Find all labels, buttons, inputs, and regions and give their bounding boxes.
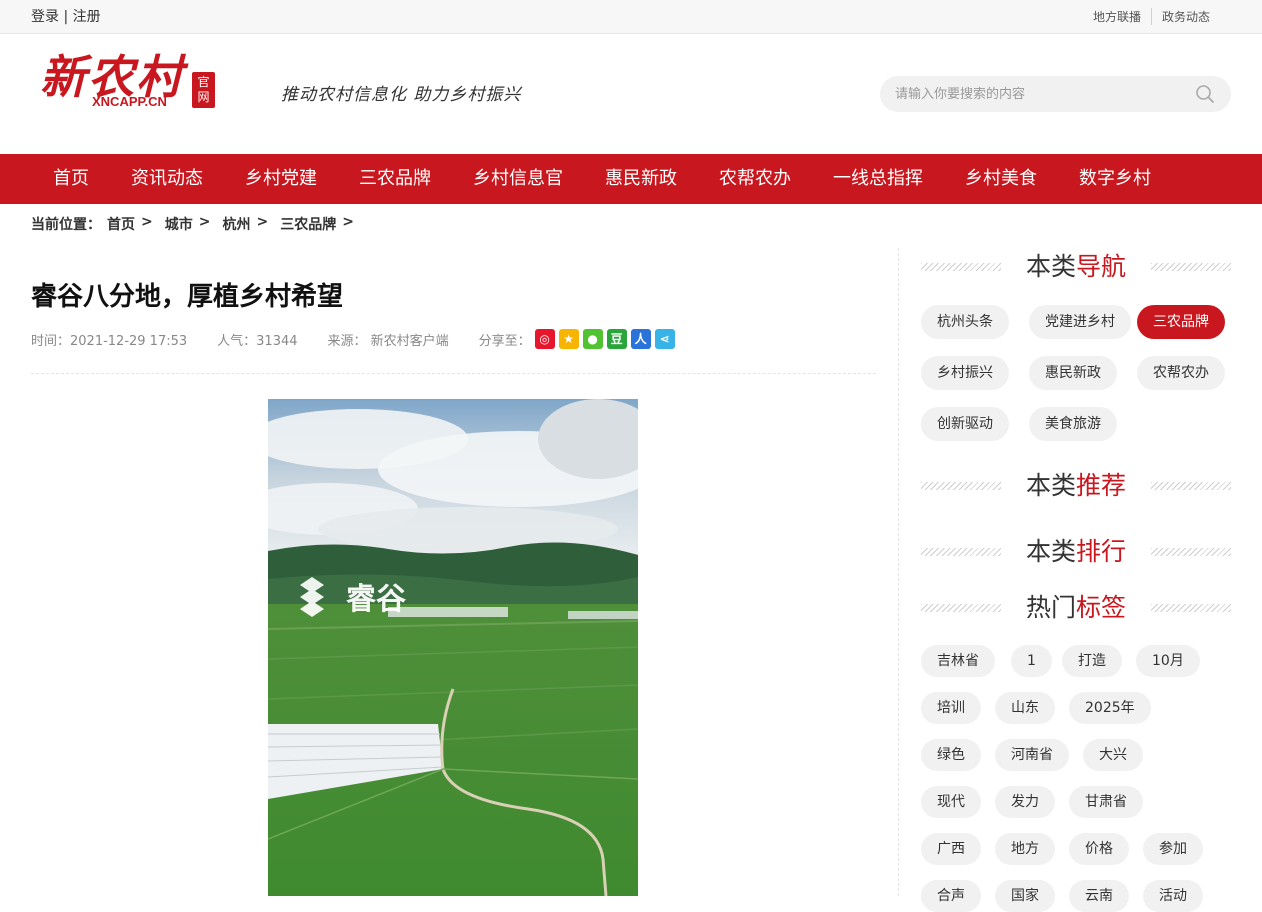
nav-tag[interactable]: 美食旅游: [1029, 407, 1117, 441]
hot-tag[interactable]: 2025年: [1069, 692, 1151, 724]
hot-tag[interactable]: 1: [1011, 645, 1052, 677]
hot-tag[interactable]: 打造: [1062, 645, 1122, 677]
nav-item-help[interactable]: 农帮农办: [698, 154, 812, 204]
meta-divider: [31, 373, 876, 374]
section-title-highlight: 排行: [1076, 537, 1127, 566]
hot-tag[interactable]: 山东: [995, 692, 1055, 724]
wechat-icon[interactable]: ●: [582, 329, 603, 349]
breadcrumb-item[interactable]: 城市: [165, 214, 193, 234]
nav-tag[interactable]: 惠民新政: [1029, 356, 1117, 390]
hot-tag[interactable]: 绿色: [921, 739, 981, 771]
hot-tag[interactable]: 10月: [1136, 645, 1200, 677]
top-links: 地方联播 政务动态: [1083, 8, 1220, 25]
hot-tag[interactable]: 合声: [921, 880, 981, 912]
hot-tag[interactable]: 吉林省: [921, 645, 995, 677]
hot-tag[interactable]: 价格: [1069, 833, 1129, 865]
top-link-local[interactable]: 地方联播: [1083, 8, 1151, 25]
breadcrumb-item[interactable]: 杭州: [222, 214, 250, 234]
nav-item-news[interactable]: 资讯动态: [110, 154, 224, 204]
douban-icon[interactable]: 豆: [606, 329, 627, 349]
hot-tag[interactable]: 河南省: [995, 739, 1069, 771]
article-title: 睿谷八分地，厚植乡村希望: [31, 282, 344, 312]
rice-field-photo: 睿谷: [268, 399, 638, 896]
nav-tag[interactable]: 党建进乡村: [1029, 305, 1131, 339]
nav-tag[interactable]: 杭州头条: [921, 305, 1009, 339]
nav-item-info-officer[interactable]: 乡村信息官: [452, 154, 584, 204]
nav-item-digital[interactable]: 数字乡村: [1058, 154, 1172, 204]
search-box: [880, 76, 1231, 112]
article-source: 来源： 新农村客户端: [327, 333, 449, 349]
breadcrumb-label: 当前位置：: [31, 217, 101, 233]
hot-tag[interactable]: 现代: [921, 786, 981, 818]
share-label: 分享至：: [478, 333, 531, 349]
main-nav: 首页 资讯动态 乡村党建 三农品牌 乡村信息官 惠民新政 农帮农办 一线总指挥 …: [0, 154, 1262, 204]
site-logo[interactable]: 新农村 XNCAPP.CN 官 网: [40, 52, 220, 112]
badge-char-2: 网: [197, 90, 210, 104]
search-icon[interactable]: [1195, 84, 1215, 104]
sidebar-divider: [898, 248, 899, 896]
top-link-gov[interactable]: 政务动态: [1150, 8, 1220, 25]
nav-item-policy[interactable]: 惠民新政: [584, 154, 698, 204]
breadcrumb-sep: >: [198, 214, 211, 230]
share-bar: 分享至： ◎ ★ ● 豆 人 ⋖: [479, 329, 675, 349]
qzone-icon[interactable]: ★: [558, 329, 579, 349]
nav-item-party[interactable]: 乡村党建: [224, 154, 338, 204]
hot-tag[interactable]: 大兴: [1083, 739, 1143, 771]
login-link[interactable]: 登录: [31, 9, 59, 25]
breadcrumb-item[interactable]: 三农品牌: [280, 214, 336, 234]
breadcrumb-sep: >: [342, 214, 354, 230]
image-brand-text: 睿谷: [346, 582, 406, 617]
section-title-highlight: 推荐: [1076, 471, 1127, 500]
search-input[interactable]: [880, 76, 1190, 112]
register-link[interactable]: 注册: [73, 9, 101, 25]
hot-tag[interactable]: 甘肃省: [1069, 786, 1143, 818]
top-bar: 登录 | 注册 地方联播 政务动态: [0, 0, 1262, 34]
hot-tag[interactable]: 国家: [995, 880, 1055, 912]
hot-tag[interactable]: 培训: [921, 692, 981, 724]
nav-item-commander[interactable]: 一线总指挥: [812, 154, 944, 204]
hot-tag[interactable]: 云南: [1069, 880, 1129, 912]
renren-icon[interactable]: 人: [630, 329, 651, 349]
nav-tag-active[interactable]: 三农品牌: [1137, 305, 1225, 339]
official-badge: 官 网: [192, 72, 215, 108]
share-icon[interactable]: ⋖: [654, 329, 675, 349]
auth-links: 登录 | 注册: [31, 6, 101, 26]
section-title-hot-tags: 热门标签: [921, 588, 1231, 628]
hot-tag[interactable]: 参加: [1143, 833, 1203, 865]
nav-item-food[interactable]: 乡村美食: [944, 154, 1058, 204]
logo-domain: XNCAPP.CN: [92, 94, 167, 109]
section-title-highlight: 标签: [1076, 593, 1127, 622]
site-slogan: 推动农村信息化 助力乡村振兴: [281, 85, 522, 105]
nav-item-brand[interactable]: 三农品牌: [338, 154, 452, 204]
breadcrumb: 当前位置： 首页 > 城市 > 杭州 > 三农品牌 >: [31, 214, 366, 234]
section-title-part: 本类: [1025, 537, 1076, 566]
nav-tag[interactable]: 乡村振兴: [921, 356, 1009, 390]
section-title-part: 本类: [1025, 252, 1076, 281]
section-title-recommend: 本类推荐: [921, 466, 1231, 506]
breadcrumb-sep: >: [256, 214, 269, 230]
article-views: 人气：31344: [217, 333, 298, 349]
section-title-ranking: 本类排行: [921, 532, 1231, 572]
hot-tag[interactable]: 广西: [921, 833, 981, 865]
section-title-part: 热门: [1025, 593, 1076, 622]
auth-divider: |: [63, 9, 69, 25]
breadcrumb-sep: >: [141, 214, 153, 230]
hot-tag[interactable]: 活动: [1143, 880, 1203, 912]
nav-item-home[interactable]: 首页: [32, 154, 110, 204]
weibo-icon[interactable]: ◎: [534, 329, 555, 349]
hot-tag[interactable]: 地方: [995, 833, 1055, 865]
article-image: 睿谷: [268, 399, 638, 896]
section-title-highlight: 导航: [1076, 252, 1127, 281]
article-time: 时间：2021-12-29 17:53: [31, 333, 188, 349]
section-title-nav: 本类导航: [921, 247, 1231, 287]
breadcrumb-item[interactable]: 首页: [107, 214, 135, 234]
section-title-part: 本类: [1025, 471, 1076, 500]
nav-tag[interactable]: 农帮农办: [1137, 356, 1225, 390]
nav-tag[interactable]: 创新驱动: [921, 407, 1009, 441]
badge-char-1: 官: [197, 75, 210, 89]
article-meta: 时间：2021-12-29 17:53 人气：31344 来源： 新农村客户端 …: [31, 329, 675, 349]
hot-tag[interactable]: 发力: [995, 786, 1055, 818]
